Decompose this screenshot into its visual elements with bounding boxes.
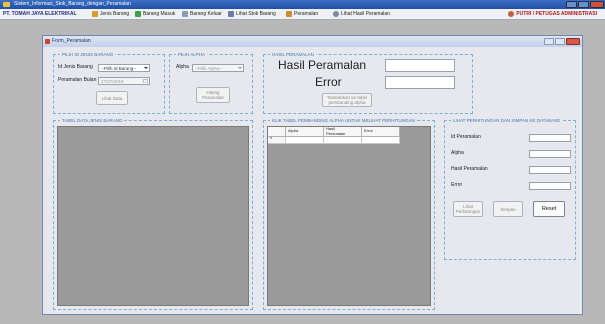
calendar-icon <box>143 79 148 83</box>
form-titlebar: Form_Peramalan <box>43 36 582 47</box>
reset-button[interactable]: Reset <box>533 201 565 217</box>
alpha-label: Alpha <box>176 64 189 70</box>
group-legend: PILIH ID JENIS BARANG <box>60 51 116 58</box>
group-tabel-alpha: KLIK TABEL PEMBANDING ALPHA UNTUK MELIHA… <box>263 117 435 310</box>
tambahkan-tabel-button[interactable]: Tambahkan ke tabel pembanding alpha <box>322 93 372 107</box>
group-legend: PILIH ALPHA <box>176 51 208 58</box>
error-result-label: Error <box>451 182 463 188</box>
hasil-result-label: Hasil Peramalan <box>451 166 488 172</box>
error-result-field[interactable] <box>529 182 571 190</box>
group-lihat-simpan: LIHAT PERHITUNGAN DAN SIMPAN KE DATABASE… <box>444 117 576 260</box>
inbox-icon <box>135 10 141 17</box>
hasil-peramalan-field[interactable] <box>385 59 455 72</box>
close-button[interactable] <box>590 1 604 8</box>
error-field[interactable] <box>385 76 455 89</box>
hitung-peramalan-button[interactable]: Hitung Peramalan <box>196 87 230 103</box>
app-icon <box>3 2 10 7</box>
form-minimize-button[interactable] <box>544 38 554 45</box>
menubar: PT. TOMAH JAYA ELEKTRIKAL Jenis Barang B… <box>0 9 605 20</box>
group-legend: KLIK TABEL PEMBANDING ALPHA UNTUK MELIHA… <box>270 117 417 124</box>
list-icon <box>228 10 234 17</box>
group-legend: HASIL PERAMALAN <box>270 51 316 58</box>
box-icon <box>92 10 98 17</box>
column-header-hasil[interactable]: Hasil Peramalan <box>324 126 362 137</box>
app-title: Sistem_Informasi_Stok_Barang_dengan_Pera… <box>14 1 131 7</box>
company-name: PT. TOMAH JAYA ELEKTRIKAL <box>3 11 77 17</box>
id-peramalan-label: Id Peramalan <box>451 134 481 140</box>
bulan-datepicker[interactable]: 27/07/2019 <box>98 77 150 85</box>
minimize-button[interactable] <box>566 1 577 8</box>
group-legend: LIHAT PERHITUNGAN DAN SIMPAN KE DATABASE <box>451 117 563 124</box>
chevron-down-icon <box>238 67 242 69</box>
alpha-select[interactable]: --Pilih Alpha-- <box>192 64 244 72</box>
table-cell[interactable] <box>286 137 324 144</box>
hasil-peramalan-label: Hasil Peramalan <box>278 58 367 72</box>
menu-jenis-barang[interactable]: Jenis Barang <box>92 9 129 20</box>
column-header-error[interactable]: Error <box>362 127 400 137</box>
id-peramalan-field[interactable] <box>529 134 571 142</box>
simpan-button[interactable]: Simpan <box>493 201 523 217</box>
form-close-button[interactable] <box>566 38 580 45</box>
form-icon <box>45 39 50 44</box>
jenis-barang-grid[interactable] <box>57 126 249 306</box>
alpha-result-label: Alpha <box>451 150 464 156</box>
forecast-icon <box>286 10 292 17</box>
group-hasil-peramalan: HASIL PERAMALAN Hasil Peramalan Error Ta… <box>263 51 473 114</box>
lihat-data-button[interactable]: Lihat Data <box>96 91 128 105</box>
error-label: Error <box>315 75 342 89</box>
lihat-perhitungan-button[interactable]: Lihat Perhitungan <box>453 201 483 217</box>
alpha-comparison-grid[interactable]: Alpha Hasil Peramalan Error * <box>267 126 431 306</box>
column-header-alpha[interactable]: Alpha <box>286 127 324 137</box>
menu-lihat-stok[interactable]: Lihat Stok Barang <box>228 9 276 20</box>
id-jenis-label: Id Jenis Barang <box>58 64 93 70</box>
table-cell[interactable] <box>362 137 400 144</box>
form-maximize-button[interactable] <box>555 38 565 45</box>
menu-barang-masuk[interactable]: Barang Masuk <box>135 9 175 20</box>
chevron-down-icon <box>144 67 148 69</box>
group-tabel-jenis: TABEL DATA JENIS BARANG <box>53 117 253 310</box>
magnifier-icon <box>333 10 339 17</box>
form-peramalan-window: Form_Peramalan PILIH ID JENIS BARANG Id … <box>42 35 583 315</box>
group-pilih-jenis: PILIH ID JENIS BARANG Id Jenis Barang --… <box>53 51 165 114</box>
form-title: Form_Peramalan <box>52 38 91 44</box>
table-cell[interactable] <box>324 137 362 144</box>
hasil-result-field[interactable] <box>529 166 571 174</box>
bulan-label: Peramalan Bulan <box>58 77 97 83</box>
group-pilih-alpha: PILIH ALPHA Alpha --Pilih Alpha-- Hitung… <box>169 51 253 114</box>
menu-lihat-hasil[interactable]: Lihat Hasil Peramalan <box>333 9 390 20</box>
grid-row-header-corner <box>268 127 286 137</box>
outbox-icon <box>182 10 188 17</box>
alpha-result-field[interactable] <box>529 150 571 158</box>
maximize-button[interactable] <box>578 1 589 8</box>
user-icon <box>508 10 515 17</box>
app-titlebar: Sistem_Informasi_Stok_Barang_dengan_Pera… <box>0 0 605 9</box>
group-legend: TABEL DATA JENIS BARANG <box>60 117 125 124</box>
menu-barang-keluar[interactable]: Barang Keluar <box>182 9 222 20</box>
new-row-marker: * <box>268 137 286 144</box>
id-jenis-select[interactable]: --Pilih Id Barang-- <box>98 64 150 72</box>
user-info: PUTRI / PETUGAS ADMINISTRASI <box>508 9 597 20</box>
menu-peramalan[interactable]: Peramalan <box>286 9 318 20</box>
